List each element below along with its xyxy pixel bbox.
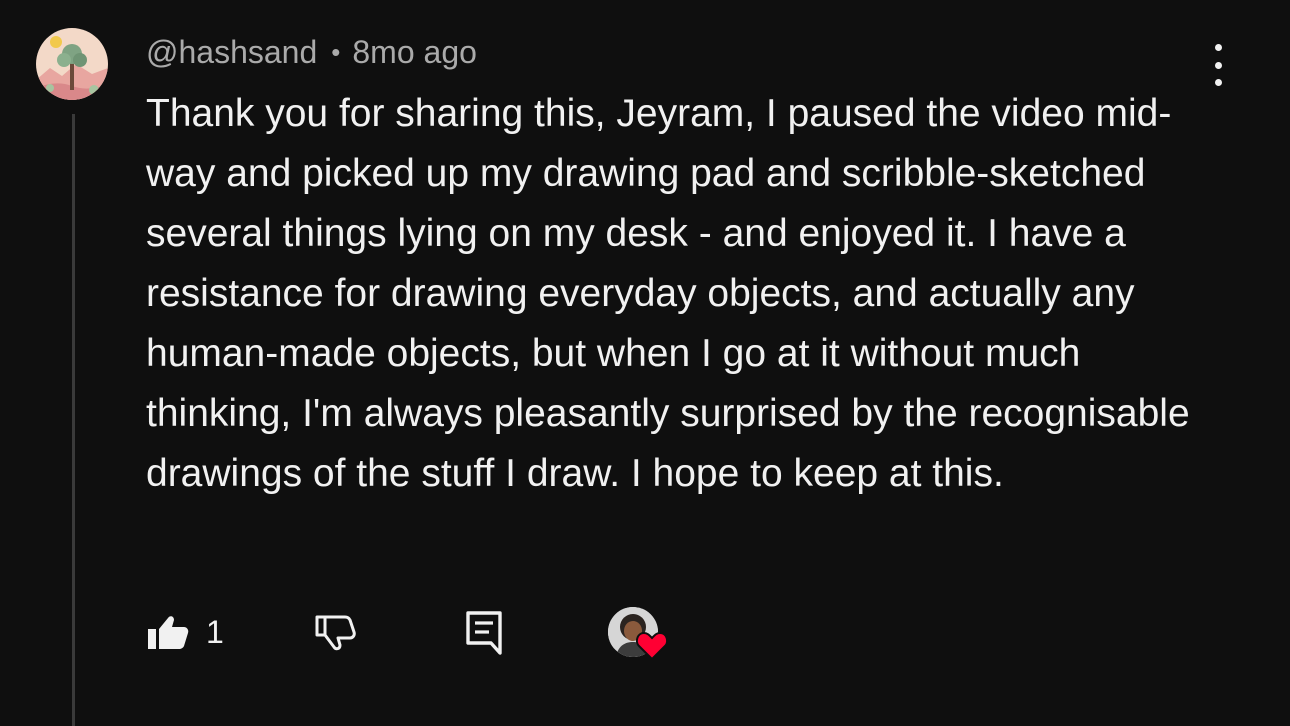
- comment-container: @hashsand • 8mo ago Thank you for sharin…: [0, 0, 1290, 726]
- dislike-button[interactable]: [314, 602, 358, 662]
- thumbs-up-icon: [148, 616, 189, 649]
- reply-button[interactable]: [464, 602, 504, 662]
- comment-text: Thank you for sharing this, Jeyram, I pa…: [146, 92, 1190, 495]
- tree-landscape-avatar-icon: [36, 28, 108, 100]
- creator-heart-badge[interactable]: [608, 602, 672, 662]
- more-vertical-icon[interactable]: [1200, 40, 1236, 90]
- author-handle[interactable]: @hashsand: [146, 34, 317, 71]
- author-avatar[interactable]: [36, 28, 108, 100]
- meta-separator: •: [331, 36, 341, 67]
- thread-line: [72, 114, 75, 726]
- like-count: 1: [206, 613, 224, 650]
- heart-icon: [636, 631, 668, 660]
- thumbs-down-icon: [315, 615, 356, 651]
- more-dot: [1214, 61, 1222, 69]
- reply-comment-icon: [466, 611, 502, 655]
- like-button[interactable]: 1: [146, 602, 224, 662]
- more-dot: [1214, 44, 1222, 51]
- comment-actions: 1: [146, 602, 706, 662]
- comment-header: @hashsand • 8mo ago: [146, 30, 477, 74]
- comment-timestamp[interactable]: 8mo ago: [352, 34, 477, 71]
